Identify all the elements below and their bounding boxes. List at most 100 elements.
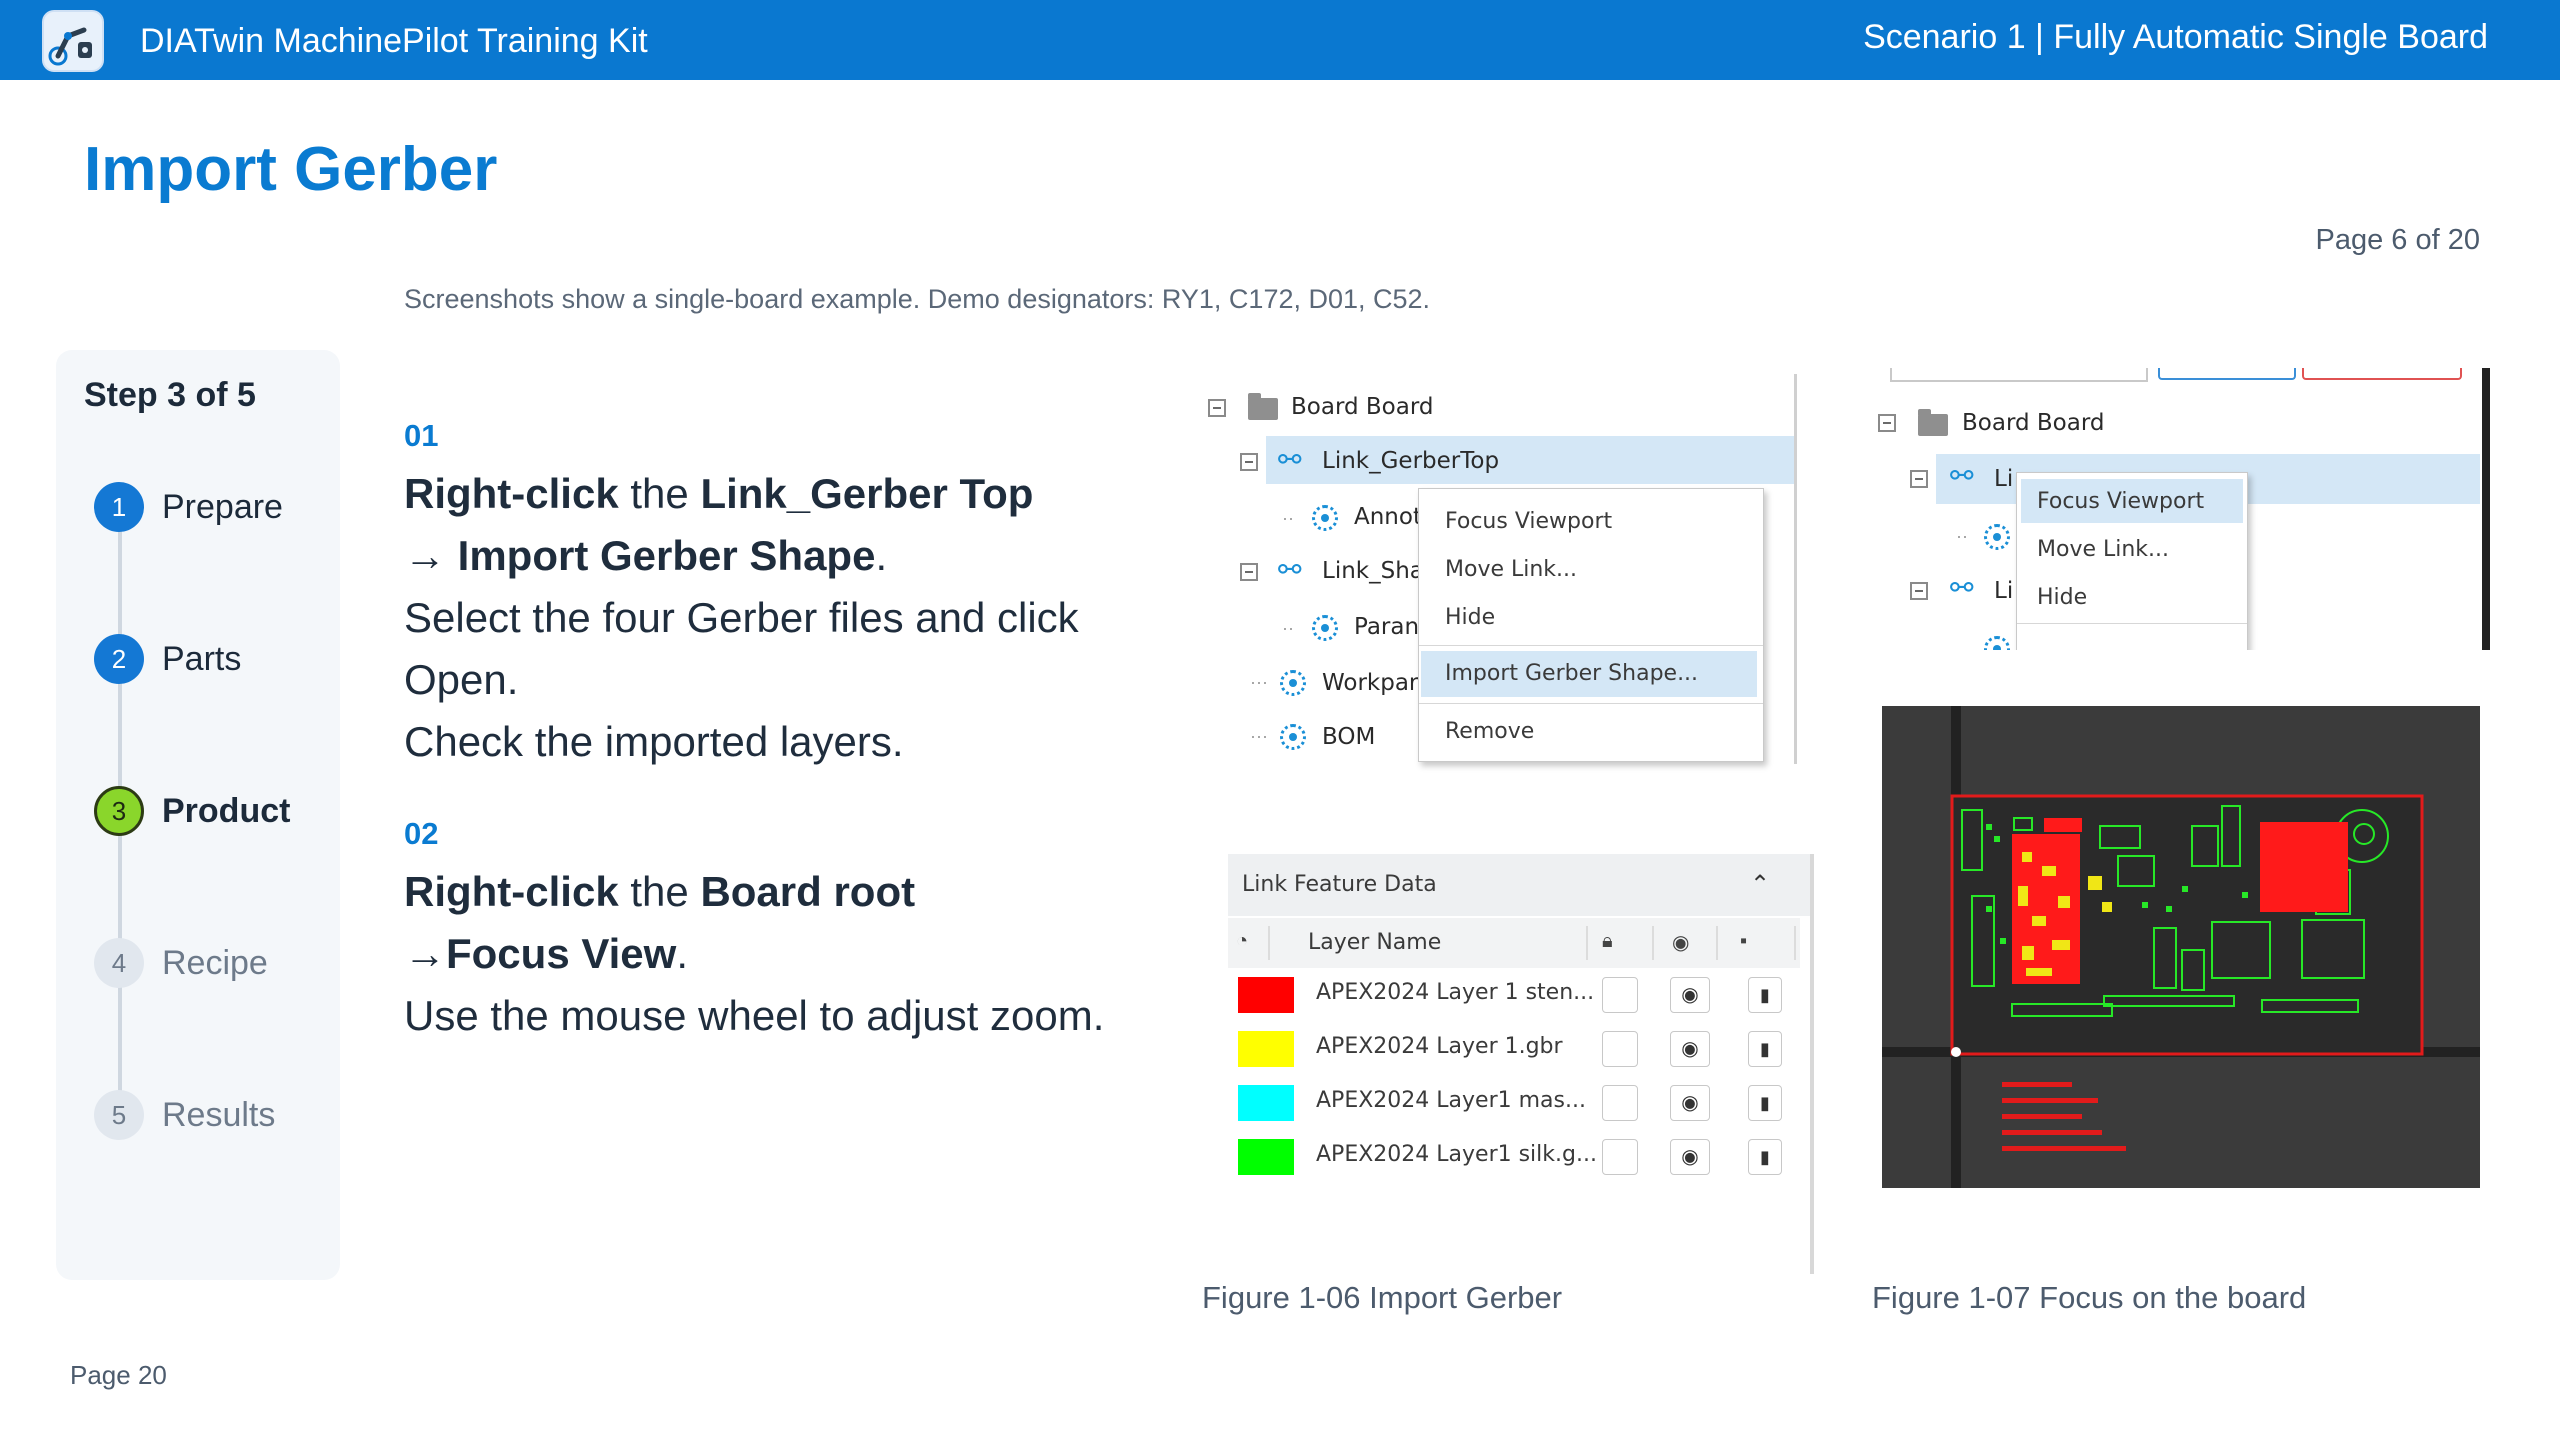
layer-name: APEX2024 Layer1 silk.g...	[1316, 1142, 1597, 1167]
step-label: Prepare	[162, 488, 283, 526]
scrollbar[interactable]	[1794, 374, 1797, 764]
tree-item-board[interactable]: Board Board	[1291, 394, 1434, 420]
layer-row[interactable]: APEX2024 Layer1 mas... ◉ ▮	[1228, 1076, 1800, 1130]
menu-item-hide[interactable]: Hide	[2037, 585, 2087, 610]
instruction-line: Check the imported layers.	[404, 718, 904, 765]
parameter-icon	[1312, 615, 1338, 641]
step-prepare[interactable]: 1 Prepare	[56, 478, 340, 538]
page-counter: Page 6 of 20	[2315, 224, 2480, 256]
robot-arm-icon	[42, 10, 104, 72]
figure-07-caption: Figure 1-07 Focus on the board	[1872, 1280, 2307, 1315]
layer-name: APEX2024 Layer 1 sten...	[1316, 980, 1595, 1005]
step-number: 5	[94, 1090, 144, 1140]
eye-icon: ◉	[1672, 932, 1690, 954]
tree-item-link[interactable]: Li	[1994, 466, 2013, 492]
page-title: Import Gerber	[84, 135, 498, 204]
trash-icon[interactable]: ▮	[1748, 1085, 1782, 1121]
step-label: Parts	[162, 640, 242, 678]
lock-checkbox[interactable]	[1602, 1031, 1638, 1067]
lock-checkbox[interactable]	[1602, 977, 1638, 1013]
step-heading: Step 3 of 5	[84, 376, 256, 414]
trash-icon[interactable]: ▮	[1748, 1031, 1782, 1067]
menu-separator	[1419, 645, 1763, 646]
tree-item-param[interactable]: Paran	[1354, 614, 1419, 640]
eye-icon[interactable]: ◉	[1670, 977, 1710, 1013]
tree-item-annot[interactable]: Annot	[1354, 504, 1422, 530]
scrollbar[interactable]	[1810, 854, 1814, 1274]
tree-connector: ··	[1956, 526, 1968, 546]
step-product[interactable]: 3 Product	[56, 782, 340, 842]
board-viewport[interactable]	[1882, 706, 2480, 1188]
toolbar-button[interactable]	[2158, 368, 2296, 380]
step-label: Results	[162, 1096, 276, 1134]
tree-item-board[interactable]: Board Board	[1962, 410, 2105, 436]
step-parts[interactable]: 2 Parts	[56, 630, 340, 690]
layer-row[interactable]: APEX2024 Layer1 silk.g... ◉ ▮	[1228, 1130, 1800, 1184]
instruction-line: Open.	[404, 656, 519, 703]
layer-color-swatch[interactable]	[1238, 1139, 1294, 1175]
tree-item-link[interactable]: Li	[1994, 578, 2013, 604]
trash-icon[interactable]: ▮	[1748, 1139, 1782, 1175]
menu-item-focus-viewport[interactable]: Focus Viewport	[2037, 489, 2204, 514]
intro-text: Screenshots show a single-board example.…	[404, 284, 1431, 314]
bold-text: Link_Gerber Top	[700, 470, 1034, 517]
collapse-icon[interactable]	[1910, 470, 1928, 488]
text: →	[404, 532, 458, 579]
collapse-icon[interactable]	[1240, 563, 1258, 581]
bold-text: Right-click	[404, 868, 619, 915]
chevron-up-icon[interactable]: ⌃	[1750, 870, 1770, 899]
menu-item-hide[interactable]: Hide	[1445, 605, 1495, 630]
layer-color-swatch[interactable]	[1238, 1085, 1294, 1121]
tree-item-link-sha[interactable]: Link_Sha	[1322, 558, 1424, 584]
lock-checkbox[interactable]	[1602, 1085, 1638, 1121]
toolbar-button[interactable]	[2302, 368, 2462, 380]
panel-header[interactable]: Link Feature Data ⌃	[1228, 854, 1814, 916]
menu-item-import-gerber-shape[interactable]: Import Gerber Shape...	[1445, 661, 1698, 686]
collapse-icon[interactable]	[1878, 414, 1896, 432]
layer-color-swatch[interactable]	[1238, 1031, 1294, 1067]
column-header-layer-name[interactable]: Layer Name	[1308, 930, 1441, 955]
layer-row[interactable]: APEX2024 Layer 1.gbr ◉ ▮	[1228, 1022, 1800, 1076]
menu-item-focus-viewport[interactable]: Focus Viewport	[1445, 509, 1612, 534]
eye-icon[interactable]: ◉	[1670, 1139, 1710, 1175]
link-icon: ⚯	[1950, 572, 1974, 603]
scenario-title: Scenario 1 | Fully Automatic Single Boar…	[1863, 18, 2488, 56]
collapse-icon[interactable]	[1910, 582, 1928, 600]
menu-item-move-link[interactable]: Move Link...	[2037, 537, 2169, 562]
bom-icon	[1280, 724, 1306, 750]
input-field[interactable]	[1890, 368, 2148, 382]
menu-item-remove[interactable]: Remove	[1445, 719, 1534, 744]
instruction-line: Right-click the Board root	[404, 868, 915, 916]
lock-checkbox[interactable]	[1602, 1139, 1638, 1175]
text: the	[618, 470, 701, 517]
collapse-icon[interactable]	[1240, 453, 1258, 471]
eye-icon[interactable]: ◉	[1670, 1085, 1710, 1121]
layer-name: APEX2024 Layer 1.gbr	[1316, 1034, 1563, 1059]
figure-06-tree-screenshot: Board Board ⚯ Link_GerberTop ·· Annot ⚯ …	[1190, 370, 1800, 770]
table-header-row: ◔ Layer Name 🔒︎ ◉ ▪	[1228, 918, 1800, 968]
layer-row[interactable]: APEX2024 Layer 1 sten... ◉ ▮	[1228, 968, 1800, 1022]
viewport-edge	[2482, 368, 2490, 650]
tree-item-bom[interactable]: BOM	[1322, 724, 1375, 750]
text: .	[875, 532, 888, 579]
step-number: 2	[94, 634, 144, 684]
layer-color-swatch[interactable]	[1238, 977, 1294, 1013]
annotation-icon	[1312, 505, 1338, 531]
tree-item-link-gerbertop[interactable]: Link_GerberTop	[1322, 448, 1499, 474]
step-recipe[interactable]: 4 Recipe	[56, 934, 340, 994]
link-icon: ⚯	[1278, 444, 1302, 475]
step-results[interactable]: 5 Results	[56, 1086, 340, 1146]
bold-text: Board root	[700, 868, 916, 915]
collapse-icon[interactable]	[1208, 399, 1226, 417]
tree-item-workpart[interactable]: Workpart	[1322, 670, 1427, 696]
instruction-line: →Focus View.	[404, 930, 688, 978]
step-label: Product	[162, 792, 291, 830]
pcb-render	[1882, 706, 2480, 1188]
step-number: 3	[94, 786, 144, 836]
menu-separator	[2017, 623, 2247, 624]
menu-separator	[1419, 703, 1763, 704]
menu-item-move-link[interactable]: Move Link...	[1445, 557, 1577, 582]
workpart-icon	[1280, 670, 1306, 696]
eye-icon[interactable]: ◉	[1670, 1031, 1710, 1067]
trash-icon[interactable]: ▮	[1748, 977, 1782, 1013]
